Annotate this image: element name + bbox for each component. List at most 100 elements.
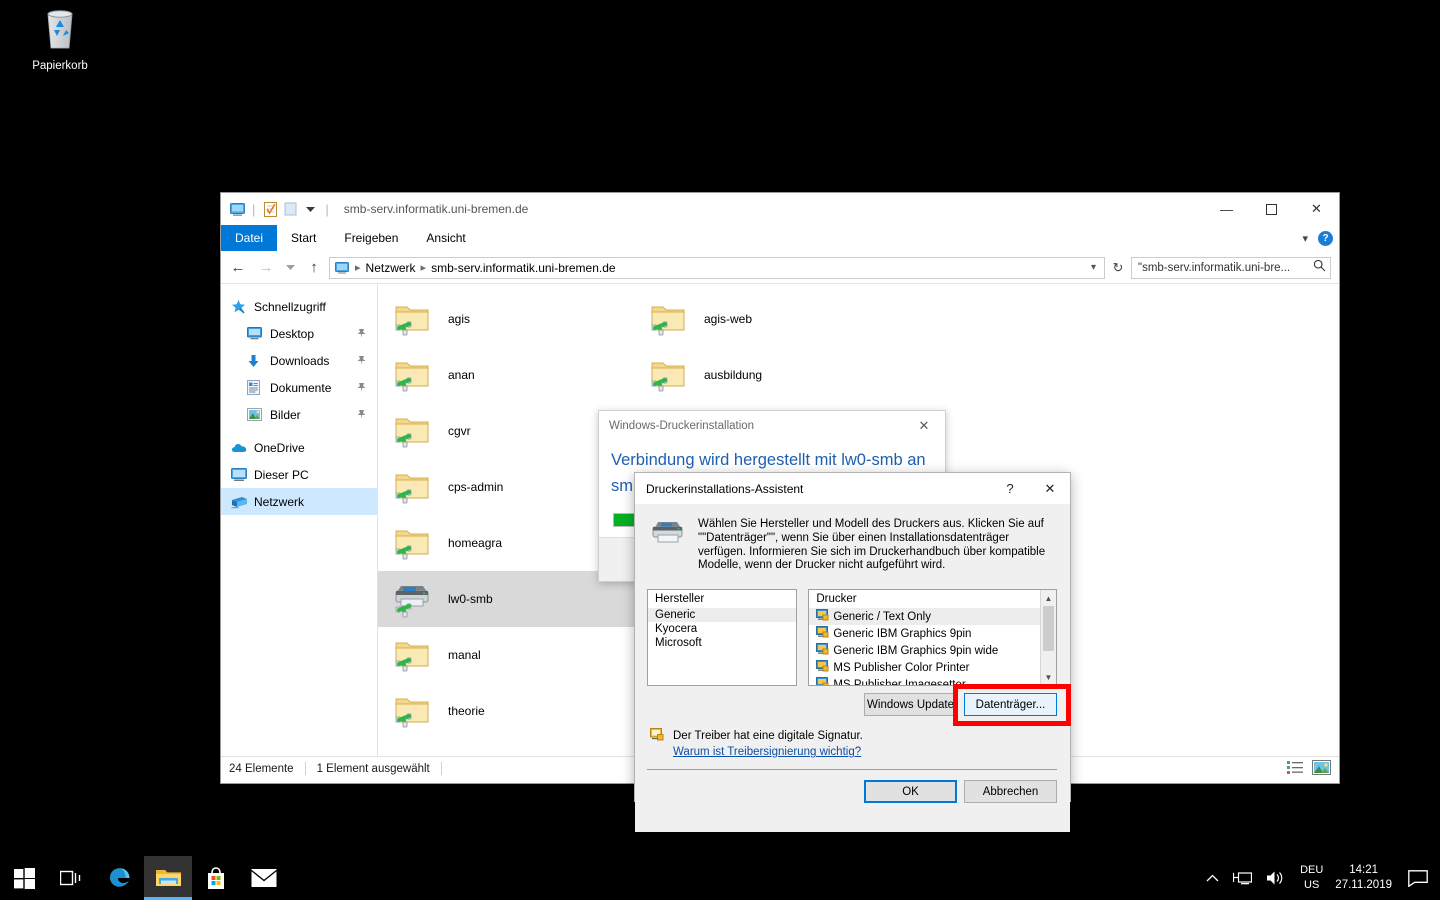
list-item[interactable]: cps-admin [378, 459, 634, 515]
scroll-down-icon[interactable]: ▼ [1041, 669, 1057, 685]
breadcrumb-separator-2: ▸ [420, 262, 427, 274]
manufacturer-item-generic[interactable]: Generic [648, 608, 797, 623]
manufacturer-header: Hersteller [648, 590, 797, 609]
sidebar-item-downloads[interactable]: Downloads [221, 347, 377, 374]
store-button[interactable] [192, 856, 240, 900]
tray-overflow-icon[interactable] [1199, 874, 1226, 883]
list-item-selected[interactable]: lw0-smb [378, 571, 634, 627]
details-view-icon[interactable] [1287, 760, 1304, 777]
language-indicator[interactable]: DEU US [1292, 863, 1331, 893]
list-item[interactable]: ausbildung [634, 347, 890, 403]
back-button[interactable]: ← [225, 255, 251, 281]
checklist-icon[interactable] [260, 199, 280, 219]
clock-date: 27.11.2019 [1335, 879, 1392, 891]
breadcrumb-netzwerk[interactable]: Netzwerk [364, 261, 418, 275]
folder-blank-icon[interactable] [280, 199, 300, 219]
chevron-down-icon[interactable] [300, 199, 320, 219]
pin-icon[interactable] [356, 355, 367, 369]
list-item[interactable]: agis-web [634, 291, 890, 347]
sidebar-item-dokumente[interactable]: Dokumente [221, 374, 377, 401]
scroll-up-icon[interactable]: ▲ [1041, 590, 1057, 606]
printer-item-ibm-9pin-wide[interactable]: Generic IBM Graphics 9pin wide [809, 642, 1056, 659]
printer-list-scrollbar[interactable]: ▲ ▼ [1040, 590, 1057, 686]
sidebar-item-schnellzugriff[interactable]: Schnellzugriff [221, 293, 377, 320]
sidebar-item-onedrive[interactable]: OneDrive [221, 434, 377, 461]
close-button[interactable]: ✕ [1294, 193, 1339, 225]
printer-item-generic-text-only[interactable]: Generic / Text Only [809, 608, 1056, 626]
manufacturer-item-microsoft[interactable]: Microsoft [648, 636, 796, 650]
action-center-icon[interactable] [1402, 869, 1440, 887]
ribbon-tab-bar: Datei Start Freigeben Ansicht ▾ ? [221, 225, 1339, 252]
search-value: "smb-serv.informatik.uni-bre... [1138, 261, 1291, 274]
breadcrumb[interactable]: ▸ Netzwerk ▸ smb-serv.informatik.uni-bre… [329, 256, 1105, 279]
printer-item-ms-publisher-imagesetter[interactable]: MS Publisher Imagesetter [809, 676, 1056, 686]
mail-button[interactable] [240, 856, 288, 900]
manufacturer-item-kyocera[interactable]: Kyocera [648, 622, 796, 636]
list-item[interactable]: theorie [378, 683, 634, 739]
printer-item-ms-publisher-color[interactable]: MS Publisher Color Printer [809, 659, 1056, 676]
task-view-button[interactable] [48, 856, 96, 900]
signature-link[interactable]: Warum ist Treibersignierung wichtig? [673, 744, 863, 760]
large-icons-view-icon[interactable] [1312, 759, 1331, 778]
printer-item-label: Generic / Text Only [833, 610, 931, 623]
ok-button[interactable]: OK [864, 780, 957, 804]
window-title: smb-serv.informatik.uni-bremen.de [343, 202, 529, 216]
pin-icon[interactable] [356, 328, 367, 342]
pin-icon[interactable] [356, 409, 367, 423]
clock[interactable]: 14:21 27.11.2019 [1331, 863, 1402, 893]
item-name: theorie [448, 704, 485, 718]
cancel-button[interactable]: Abbrechen [964, 780, 1057, 804]
expand-ribbon-icon[interactable]: ▾ [1302, 232, 1308, 245]
scrollbar-thumb[interactable] [1043, 606, 1054, 652]
wizard-help-button[interactable]: ? [990, 473, 1030, 504]
list-item[interactable]: manal [378, 627, 634, 683]
volume-icon[interactable] [1259, 870, 1292, 886]
list-item[interactable]: homeagra [378, 515, 634, 571]
progress-dialog-close-button[interactable]: ✕ [903, 411, 945, 441]
desktop-icon-recycle-bin[interactable]: Papierkorb [18, 8, 102, 73]
clock-time: 14:21 [1349, 864, 1379, 876]
list-item[interactable]: anan [378, 347, 634, 403]
search-input[interactable]: "smb-serv.informatik.uni-bre... [1131, 256, 1331, 279]
shared-folder-icon [392, 466, 432, 509]
manufacturer-listbox[interactable]: Hersteller Generic Kyocera Microsoft [647, 589, 798, 687]
edge-button[interactable] [96, 856, 144, 900]
up-button[interactable]: ↑ [301, 255, 327, 281]
scrollbar-track[interactable] [1041, 606, 1056, 669]
sidebar-item-desktop[interactable]: Desktop [221, 320, 377, 347]
printer-listbox[interactable]: Drucker Generic / Text Only Generic IBM … [808, 589, 1057, 687]
start-button[interactable] [0, 856, 48, 900]
pin-icon[interactable] [356, 382, 367, 396]
list-item[interactable]: cgvr [378, 403, 634, 459]
datentraeger-button[interactable]: Datenträger... [964, 693, 1057, 717]
network-tray-icon[interactable] [1226, 870, 1259, 886]
item-name: lw0-smb [448, 592, 493, 606]
wizard-close-button[interactable]: ✕ [1030, 473, 1070, 504]
quick-access-toolbar: | | [221, 199, 334, 219]
list-item[interactable]: agis [378, 291, 634, 347]
tab-datei[interactable]: Datei [221, 225, 278, 251]
tab-ansicht[interactable]: Ansicht [412, 225, 479, 251]
tab-start[interactable]: Start [277, 225, 330, 251]
breadcrumb-dropdown-icon[interactable]: ▾ [1085, 262, 1102, 273]
help-icon[interactable]: ? [1318, 231, 1333, 246]
printer-driver-icon [816, 609, 829, 624]
windows-update-button[interactable]: Windows Update [864, 693, 957, 717]
forward-button[interactable]: → [253, 255, 279, 281]
recent-locations-icon[interactable] [281, 255, 299, 281]
sidebar-item-netzwerk[interactable]: Netzwerk [221, 488, 377, 515]
breadcrumb-server[interactable]: smb-serv.informatik.uni-bremen.de [429, 261, 618, 275]
search-icon[interactable] [1313, 259, 1326, 277]
printer-item-ibm-9pin[interactable]: Generic IBM Graphics 9pin [809, 625, 1056, 642]
sidebar-label: OneDrive [254, 440, 305, 455]
sidebar-item-dieser-pc[interactable]: Dieser PC [221, 461, 377, 488]
computer-icon[interactable] [227, 199, 247, 219]
status-separator [304, 762, 306, 775]
maximize-button[interactable] [1249, 193, 1294, 225]
minimize-button[interactable]: — [1204, 193, 1249, 225]
refresh-button[interactable]: ↻ [1107, 257, 1129, 279]
wizard-title: Druckerinstallations-Assistent [646, 481, 804, 496]
file-explorer-button[interactable] [144, 856, 192, 900]
tab-freigeben[interactable]: Freigeben [330, 225, 412, 251]
sidebar-item-bilder[interactable]: Bilder [221, 401, 377, 428]
